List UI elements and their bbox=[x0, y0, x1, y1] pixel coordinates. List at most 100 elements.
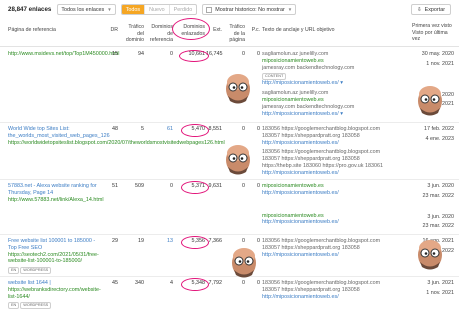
cartoon-face-image bbox=[232, 248, 256, 278]
ref-url[interactable]: http://www.57883.net/link/Alexa_14.html bbox=[8, 197, 104, 204]
cms-badge: WORDPRESS bbox=[20, 302, 52, 310]
anchor-cell: 183056 https://googlemerchantblog.blogsp… bbox=[262, 280, 386, 303]
dates-cell: 3 jun. 2021 1 nov. 2021 bbox=[398, 280, 454, 300]
ref-title[interactable]: website list 1644 | bbox=[8, 280, 104, 287]
col-ref[interactable]: Página de referencia bbox=[8, 27, 98, 34]
col-linked-domains[interactable]: Dominios enlazados bbox=[175, 24, 205, 37]
col-anchor[interactable]: Texto de anclaje y URL objetivo bbox=[262, 27, 382, 34]
target-url[interactable]: http://miposicionamientoweb.es/ bbox=[262, 140, 386, 147]
linked-domains-value: 5,348 bbox=[191, 280, 206, 286]
target-url[interactable]: http://miposicionamientoweb.es/ bbox=[262, 219, 386, 226]
anchor-text: sagliamolun.az junelilly.com bbox=[262, 90, 329, 97]
ref-cell: 57883.net - Alexa website ranking for Th… bbox=[8, 183, 104, 203]
ref-title[interactable]: 57883.net - Alexa website ranking for Th… bbox=[8, 183, 104, 197]
export-button[interactable]: ⇩ Exportar bbox=[411, 4, 451, 15]
linked-domains-value: 5,371 bbox=[191, 183, 206, 189]
table-header: Página de referencia DR Tráfico del domi… bbox=[0, 20, 459, 47]
first-seen: 3 jun. 2020 bbox=[427, 213, 454, 220]
col-traffic[interactable]: Tráfico del dominio bbox=[120, 24, 144, 44]
ref-domains-value: 4 bbox=[170, 280, 173, 286]
ref-cell: World Wide top Sites List: the_worlds_mo… bbox=[8, 126, 225, 147]
col-page-traffic[interactable]: Tráfico de la página bbox=[224, 24, 245, 44]
target-url[interactable]: http://miposicionamientoweb.es/ bbox=[262, 190, 386, 197]
col-dates[interactable]: Primera vez visto Visto por última vez bbox=[412, 23, 456, 43]
links-filter-select[interactable]: Todos los enlaces ▼ bbox=[57, 4, 116, 15]
traffic-value: 19 bbox=[138, 238, 144, 244]
ref-cell: Free website list 100001 to 185000 - Top… bbox=[8, 238, 104, 275]
anchor-text-2: jamesray.com backendtechnology.com bbox=[262, 103, 355, 110]
target-url[interactable]: http://miposicionamientoweb.es/ bbox=[262, 252, 386, 259]
anchor-target[interactable]: miposicionamientoweb.es bbox=[262, 97, 324, 103]
traffic-value: 340 bbox=[135, 280, 144, 286]
ext-value: 16,745 bbox=[206, 51, 223, 57]
links-filter-label: Todos los enlaces bbox=[61, 6, 105, 13]
target-url[interactable]: http://miposicionamientoweb.es/ bbox=[262, 294, 386, 301]
anchor-text: 183056 https://googlemerchantblog.blogsp… bbox=[262, 280, 381, 293]
pc-value: 0 bbox=[257, 126, 260, 132]
linked-domains-value: 5,470 bbox=[191, 126, 206, 132]
pc-value: 0 bbox=[257, 51, 260, 57]
history-select[interactable]: Mostrar historico: No mostrar ▼ bbox=[202, 4, 297, 15]
target-url[interactable]: http://miposicionamientoweb.es/ bbox=[262, 170, 386, 177]
target-url[interactable]: http://miposicionamientoweb.es/ ▾ bbox=[262, 111, 386, 118]
ref-domains-value: 0 bbox=[170, 183, 173, 189]
toolbar: 28,847 enlaces Todos los enlaces ▼ Todos… bbox=[0, 0, 459, 19]
dates-cell: 3 jun. 2020 23 mar. 2022 3 jun. 2020 23 … bbox=[398, 183, 454, 233]
page-traffic-value: 0 bbox=[242, 183, 245, 189]
ref-cell: http://www.msidevs.net/top/Top1M450000.h… bbox=[8, 51, 119, 58]
anchor-cell: 183056 https://googlemerchantblog.blogsp… bbox=[262, 238, 386, 261]
col-pc[interactable]: P.c. bbox=[246, 27, 260, 34]
export-label: Exportar bbox=[424, 6, 445, 13]
anchor-target[interactable]: miposicionamientoweb.es bbox=[262, 213, 386, 220]
pc-value: 0 bbox=[257, 280, 260, 286]
lang-badge: EN bbox=[8, 302, 20, 310]
cms-badge: WORDPRESS bbox=[20, 267, 52, 275]
target-url[interactable]: http://miposicionamientoweb.es/ ▾ bbox=[262, 80, 386, 87]
anchor-target[interactable]: miposicionamientoweb.es bbox=[262, 58, 324, 64]
ref-url[interactable]: https://webranksdirectory.com/website-li… bbox=[8, 287, 104, 301]
cartoon-face-image bbox=[226, 74, 250, 104]
dates-cell: 17 feb. 2022 4 ene. 2023 bbox=[398, 126, 454, 146]
link-count: 28,847 enlaces bbox=[8, 6, 52, 13]
anchor-text-2: jamesray.com backendtechnology.com bbox=[262, 64, 355, 71]
anchor-text: 183056 https://googlemerchantblog.blogsp… bbox=[262, 149, 383, 169]
page-traffic-value: 0 bbox=[242, 51, 245, 57]
ext-value: 7,366 bbox=[208, 238, 223, 244]
dr-value: 51 bbox=[112, 183, 118, 189]
anchor-text: 183056 https://googlemerchantblog.blogsp… bbox=[262, 126, 381, 139]
ref-domains-value[interactable]: 61 bbox=[145, 126, 173, 133]
dr-value: 48 bbox=[112, 126, 118, 132]
last-seen: 23 mar. 2022 bbox=[422, 223, 454, 230]
linked-domains-value: 5,356 bbox=[191, 238, 206, 244]
first-seen: 30 may. 2020 bbox=[421, 51, 454, 57]
ref-url[interactable]: https://worldwidetopsiteslist.blogspot.c… bbox=[8, 140, 225, 147]
ext-value: 7,792 bbox=[208, 280, 223, 286]
anchor-cell: sagliamolun.az junelilly.com miposiciona… bbox=[262, 51, 386, 120]
ref-url[interactable]: http://www.msidevs.net/top/Top1M450000.h… bbox=[8, 51, 119, 58]
page-traffic-value: 0 bbox=[242, 280, 245, 286]
chevron-down-icon: ▼ bbox=[287, 7, 293, 12]
seg-all[interactable]: Todos bbox=[121, 5, 146, 14]
last-seen: 23 mar. 2022 bbox=[422, 192, 454, 199]
cartoon-face-image bbox=[418, 240, 442, 270]
ref-title[interactable]: Free website list 100001 to 185000 - Top… bbox=[8, 238, 104, 252]
dr-value: 15 bbox=[112, 51, 118, 57]
anchor-target[interactable]: miposicionamientoweb.es bbox=[262, 183, 386, 190]
col-ext[interactable]: Ext. bbox=[206, 27, 222, 34]
ref-url[interactable]: https://seotech2.com/2021/05/31/free-web… bbox=[8, 252, 104, 266]
ext-value: 9,631 bbox=[208, 183, 223, 189]
ref-title[interactable]: World Wide top Sites List: the_worlds_mo… bbox=[8, 126, 110, 140]
seg-new[interactable]: Nuevo bbox=[145, 5, 170, 14]
dr-value: 29 bbox=[112, 238, 118, 244]
last-seen: 4 ene. 2023 bbox=[425, 135, 454, 142]
col-dr[interactable]: DR bbox=[104, 27, 119, 34]
cartoon-face-image bbox=[418, 86, 442, 116]
ref-domains-value[interactable]: 13 bbox=[145, 238, 173, 245]
page-traffic-value: 0 bbox=[242, 238, 245, 244]
cartoon-face-image bbox=[226, 145, 250, 175]
last-seen: 1 nov. 2021 bbox=[426, 289, 454, 296]
anchor-text: 183056 https://googlemerchantblog.blogsp… bbox=[262, 238, 381, 251]
checkbox-icon bbox=[206, 6, 213, 13]
seg-lost[interactable]: Perdido bbox=[170, 5, 197, 14]
col-ref-domains[interactable]: Dominios de referencia bbox=[145, 24, 173, 44]
